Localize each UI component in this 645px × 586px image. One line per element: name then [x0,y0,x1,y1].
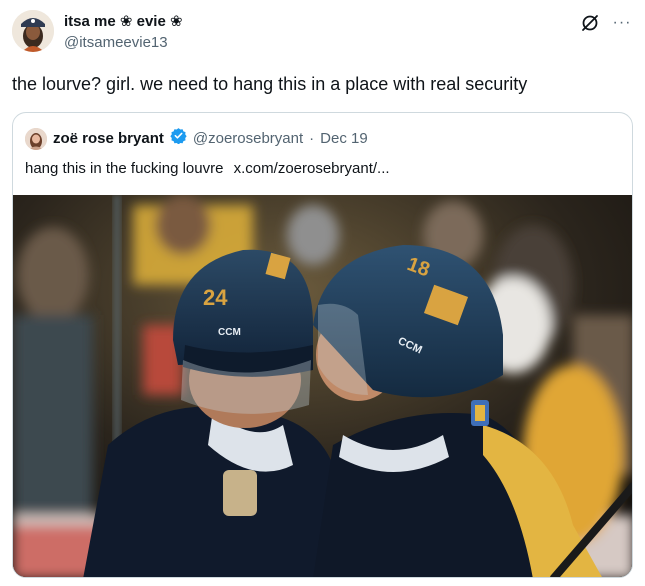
tweet-text: the lourve? girl. we need to hang this i… [12,74,528,94]
left-helmet-number: 24 [203,285,228,310]
quoted-handle[interactable]: @zoerosebryant [193,129,303,149]
quoted-date[interactable]: Dec 19 [320,129,368,149]
author-display-name[interactable]: itsa me ❀ evie ❀ [64,12,183,32]
verified-badge-icon [170,127,187,150]
tweet-actions: ··· [579,12,633,34]
quoted-link[interactable]: x.com/zoerosebryant/... [234,160,390,177]
quoted-text: hang this in the fucking louvre [25,160,224,177]
grok-icon[interactable] [579,12,601,34]
author-handle[interactable]: @itsameevie13 [64,33,183,53]
quoted-avatar[interactable] [25,127,47,150]
quoted-tweet[interactable]: zoë rose bryant @zoerosebryant · Dec 19 … [12,112,633,578]
quoted-text-line: hang this in the fucking louvre x.com/zo… [25,159,390,179]
left-helmet-brand: CCM [218,327,241,338]
quoted-header: zoë rose bryant @zoerosebryant · Dec 19 [25,127,368,150]
quoted-display-name[interactable]: zoë rose bryant [53,129,164,149]
more-options-icon[interactable]: ··· [611,12,633,34]
author-info: itsa me ❀ evie ❀ @itsameevie13 [64,12,183,53]
quoted-separator: · [309,129,315,147]
quoted-media-image[interactable]: 24 CCM 18 CCM [13,195,632,577]
author-avatar[interactable] [12,10,54,52]
